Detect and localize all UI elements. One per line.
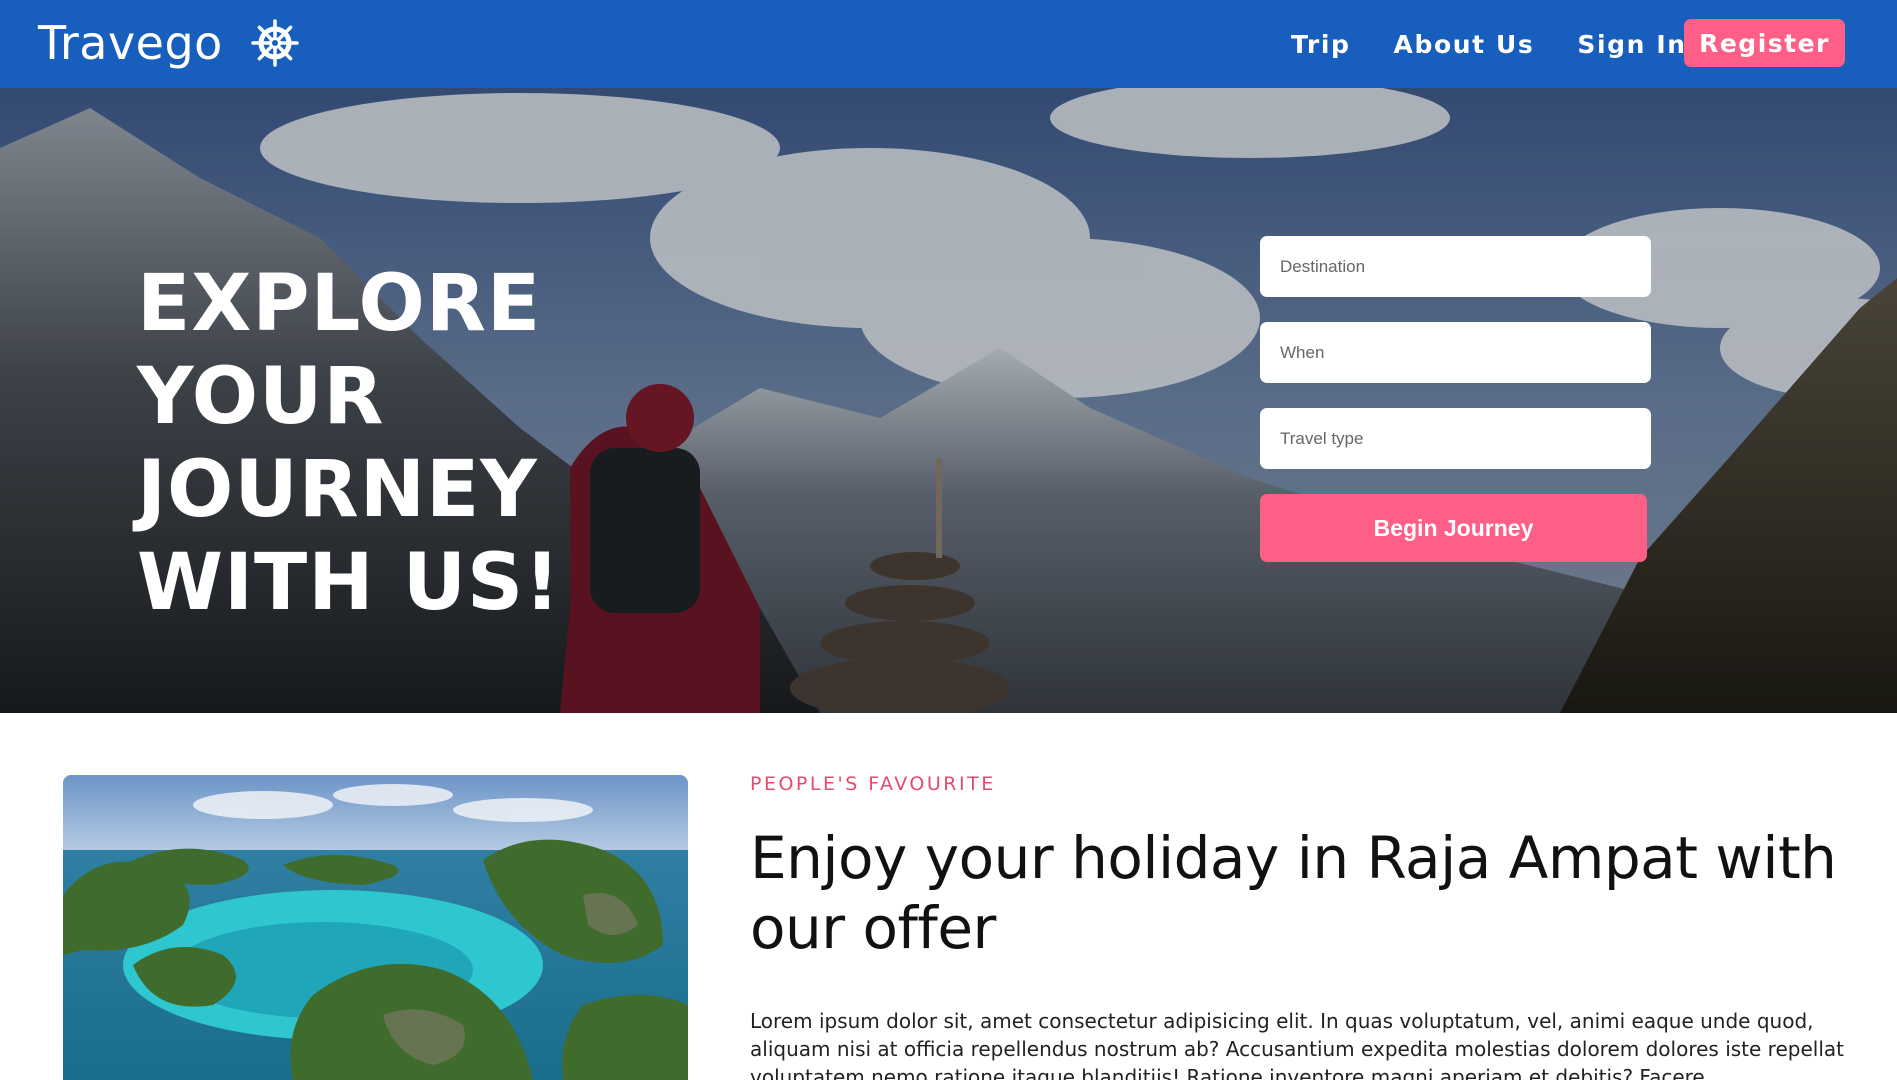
feature-heading: Enjoy your holiday in Raja Ampat with ou… [750,824,1837,962]
when-input[interactable] [1260,322,1651,383]
destination-input[interactable] [1260,236,1651,297]
brand[interactable]: Travego [38,16,299,70]
raja-ampat-image [63,775,688,1080]
ship-wheel-icon [251,19,299,67]
hero-section: EXPLORE YOUR JOURNEY WITH US! Begin Jour… [0,88,1897,713]
journey-search-form: Begin Journey [1260,236,1651,562]
hero-title: EXPLORE YOUR JOURNEY WITH US! [137,259,561,628]
brand-logo-text[interactable]: Travego [38,16,223,70]
nav-link-trip[interactable]: Trip [1291,30,1351,59]
feature-description: Lorem ipsum dolor sit, amet consectetur … [750,1009,1844,1080]
nav-link-about-us[interactable]: About Us [1394,30,1535,59]
nav-links: Trip About Us Sign In [1291,0,1730,88]
nav-link-sign-in[interactable]: Sign In [1577,30,1686,59]
section-eyebrow: PEOPLE'S FAVOURITE [750,773,996,795]
register-button[interactable]: Register [1684,19,1845,67]
begin-journey-button[interactable]: Begin Journey [1260,494,1647,562]
travel-type-input[interactable] [1260,408,1651,469]
navbar: Travego Trip About Us Sign In Register [0,0,1897,88]
